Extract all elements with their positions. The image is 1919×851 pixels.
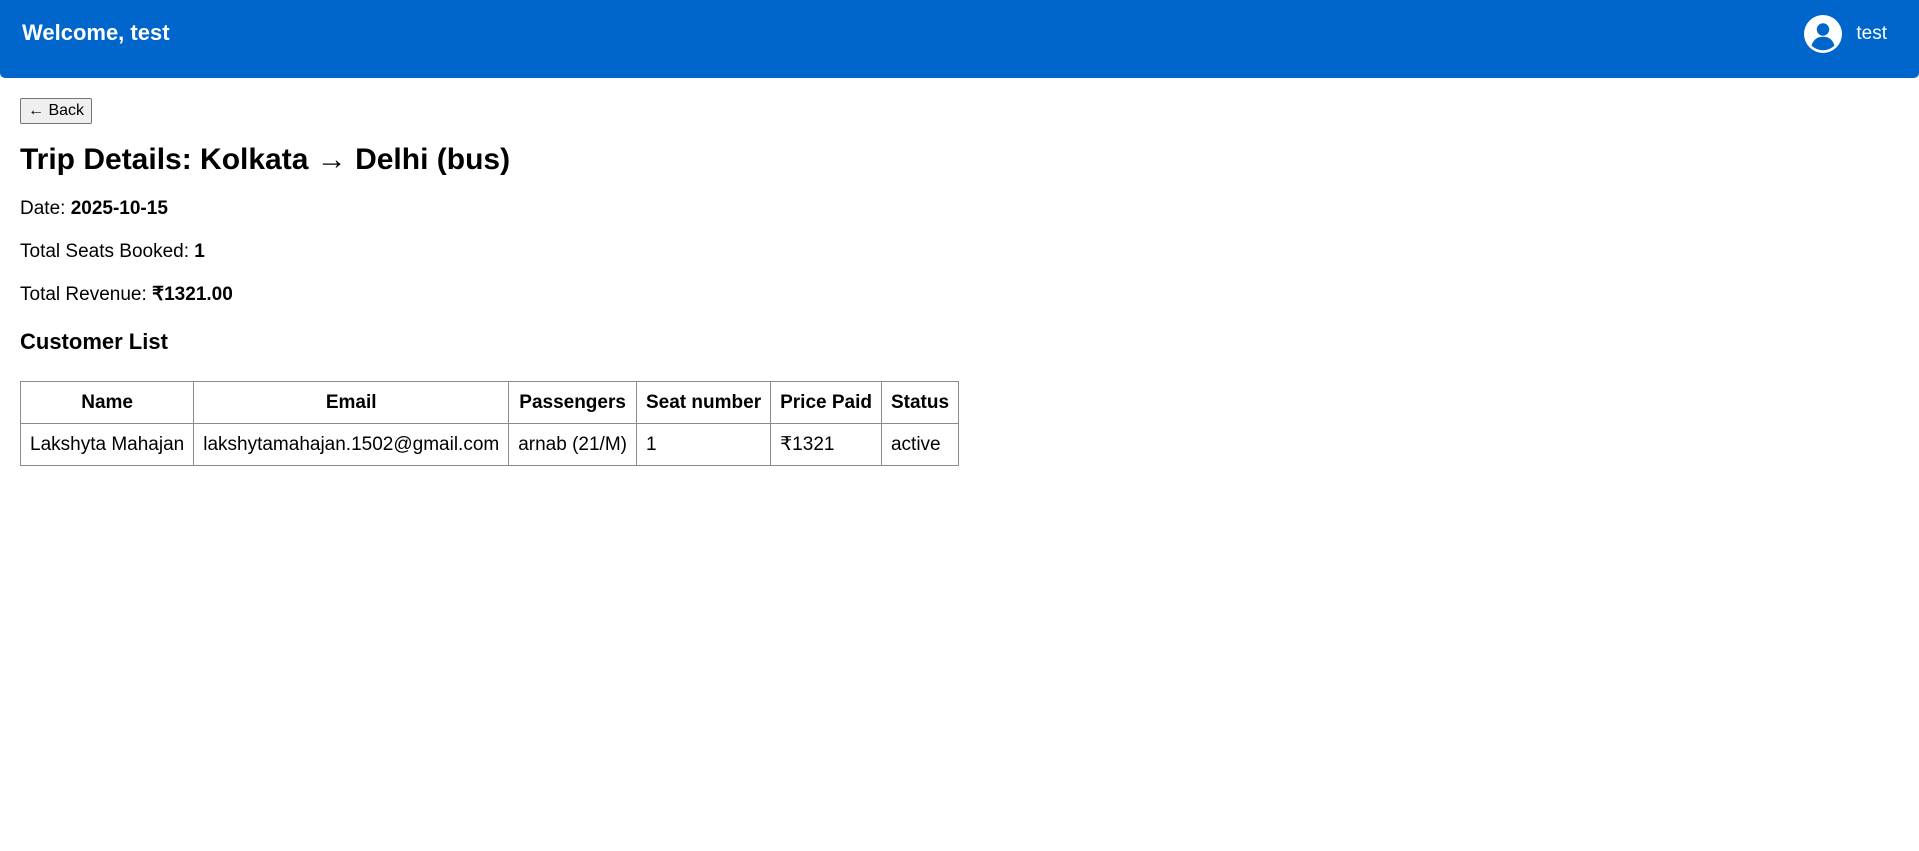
trip-date: Date: 2025-10-15 — [20, 198, 1899, 220]
customer-seat-cell: 1 — [635, 423, 772, 466]
column-header: Price Paid — [770, 381, 882, 424]
user-circle-icon[interactable] — [1804, 15, 1843, 53]
welcome-text: Welcome, test — [22, 20, 170, 45]
table-header-row: Name Email Passengers Seat number Price … — [19, 381, 960, 424]
customer-list-title: Customer List — [20, 329, 168, 354]
total-seats: Total Seats Booked: 1 — [20, 241, 1899, 263]
column-header: Status — [880, 381, 960, 424]
revenue-label: Total Revenue: — [20, 284, 153, 305]
total-revenue: Total Revenue: ₹1321.00 — [20, 284, 1899, 306]
user-menu[interactable]: test — [1804, 15, 1887, 53]
page-title: Trip Details: Kolkata → Delhi (bus) — [20, 143, 511, 176]
customer-passengers-cell: arnab (21/M) — [508, 423, 637, 466]
customer-name-cell: Lakshyta Mahajan — [19, 423, 195, 466]
revenue-value: ₹1321.00 — [152, 284, 233, 305]
seats-label: Total Seats Booked: — [20, 241, 195, 262]
top-bar: Welcome, test test — [0, 0, 1919, 78]
username-label[interactable]: test — [1856, 23, 1887, 45]
back-button[interactable]: ← Back — [20, 98, 93, 124]
seats-value: 1 — [194, 241, 205, 262]
customer-email-cell: lakshytamahajan.1502@gmail.com — [193, 423, 510, 466]
column-header: Email — [193, 381, 510, 424]
main-content: ← Back Trip Details: Kolkata → Delhi (bu… — [19, 98, 1899, 466]
customer-status-cell: active — [880, 423, 960, 466]
column-header: Seat number — [635, 381, 772, 424]
date-value: 2025-10-15 — [70, 198, 168, 219]
table-row: Lakshyta Mahajan lakshytamahajan.1502@gm… — [19, 423, 960, 466]
column-header: Name — [19, 381, 195, 424]
date-label: Date: — [20, 198, 71, 219]
column-header: Passengers — [508, 381, 637, 424]
customer-price-cell: ₹1321 — [770, 423, 882, 466]
customer-table: Name Email Passengers Seat number Price … — [19, 381, 960, 466]
